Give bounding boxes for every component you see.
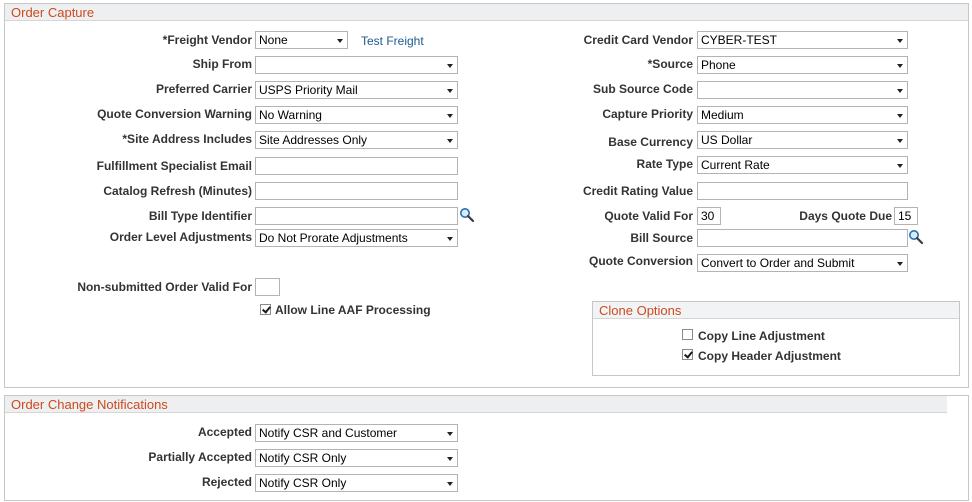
freight-vendor-dropdown[interactable]: None — [255, 31, 348, 49]
credit-card-vendor-dropdown[interactable]: CYBER-TEST — [697, 31, 908, 49]
chevron-down-icon — [897, 89, 903, 93]
rate-type-value: Current Rate — [701, 158, 770, 172]
freight-vendor-label: *Freight Vendor — [162, 33, 252, 47]
quote-conversion-value: Convert to Order and Submit — [701, 256, 855, 270]
base-currency-value: US Dollar — [701, 133, 753, 147]
catalog-refresh-input[interactable] — [255, 182, 458, 200]
source-value: Phone — [701, 58, 736, 72]
chevron-down-icon — [897, 139, 903, 143]
preferred-carrier-dropdown[interactable]: USPS Priority Mail — [255, 81, 458, 99]
preferred-carrier-label: Preferred Carrier — [155, 82, 252, 96]
source-dropdown[interactable]: Phone — [697, 56, 908, 74]
partially-accepted-dropdown[interactable]: Notify CSR Only — [255, 449, 458, 467]
accepted-value: Notify CSR and Customer — [259, 426, 398, 440]
credit-card-vendor-label: Credit Card Vendor — [583, 33, 693, 47]
catalog-refresh-label: Catalog Refresh (Minutes) — [103, 184, 252, 198]
copy-line-adjustment-label: Copy Line Adjustment — [698, 329, 825, 343]
quote-conversion-warning-label: Quote Conversion Warning — [97, 107, 252, 121]
bill-type-identifier-input[interactable] — [255, 207, 458, 225]
sub-source-code-dropdown[interactable] — [697, 81, 908, 99]
quote-valid-for-label: Quote Valid For — [604, 209, 693, 223]
chevron-down-icon — [897, 114, 903, 118]
order-level-adjustments-label: Order Level Adjustments — [109, 230, 252, 244]
preferred-carrier-value: USPS Priority Mail — [259, 83, 358, 97]
site-address-includes-value: Site Addresses Only — [259, 133, 368, 147]
rejected-dropdown[interactable]: Notify CSR Only — [255, 474, 458, 492]
capture-priority-value: Medium — [701, 108, 744, 122]
base-currency-label: Base Currency — [608, 135, 693, 149]
copy-line-adjustment-checkbox[interactable] — [682, 329, 693, 340]
rate-type-dropdown[interactable]: Current Rate — [697, 156, 908, 174]
source-label: *Source — [647, 57, 693, 71]
days-quote-due-label: Days Quote Due — [799, 209, 892, 223]
chevron-down-icon — [897, 262, 903, 266]
chevron-down-icon — [447, 457, 453, 461]
quote-valid-for-input[interactable]: 30 — [697, 207, 721, 225]
rate-type-label: Rate Type — [636, 157, 693, 171]
fulfillment-specialist-email-input[interactable] — [255, 157, 458, 175]
days-quote-due-input[interactable]: 15 — [894, 207, 918, 225]
test-freight-link[interactable]: Test Freight — [361, 34, 424, 48]
chevron-down-icon — [447, 89, 453, 93]
copy-header-adjustment-checkbox[interactable] — [682, 349, 693, 360]
bill-source-input[interactable] — [697, 229, 908, 247]
rejected-label: Rejected — [201, 475, 252, 489]
non-submitted-valid-for-input[interactable] — [255, 278, 280, 296]
chevron-down-icon — [447, 237, 453, 241]
allow-line-aaf-checkbox[interactable] — [260, 304, 271, 315]
credit-card-vendor-value: CYBER-TEST — [701, 33, 778, 47]
order-change-notifications-header: Order Change Notifications — [5, 396, 947, 413]
clone-options-header: Clone Options — [593, 302, 959, 319]
capture-priority-label: Capture Priority — [602, 107, 693, 121]
chevron-down-icon — [447, 139, 453, 143]
order-level-adjustments-dropdown[interactable]: Do Not Prorate Adjustments — [255, 229, 458, 247]
accepted-dropdown[interactable]: Notify CSR and Customer — [255, 424, 458, 442]
sub-source-code-label: Sub Source Code — [592, 82, 693, 96]
order-change-notifications-section: Order Change Notifications — [4, 395, 969, 501]
credit-rating-value-input[interactable] — [697, 182, 908, 200]
chevron-down-icon — [447, 432, 453, 436]
capture-priority-dropdown[interactable]: Medium — [697, 106, 908, 124]
freight-vendor-value: None — [259, 33, 288, 47]
quote-conversion-warning-value: No Warning — [259, 108, 322, 122]
accepted-label: Accepted — [197, 425, 252, 439]
chevron-down-icon — [447, 64, 453, 68]
quote-conversion-label: Quote Conversion — [588, 254, 693, 268]
order-level-adjustments-value: Do Not Prorate Adjustments — [259, 231, 408, 245]
quote-conversion-dropdown[interactable]: Convert to Order and Submit — [697, 254, 908, 272]
chevron-down-icon — [447, 114, 453, 118]
bill-source-label: Bill Source — [630, 231, 693, 245]
magnifier-icon[interactable] — [908, 229, 924, 245]
credit-rating-value-label: Credit Rating Value — [582, 184, 693, 198]
copy-header-adjustment-label: Copy Header Adjustment — [698, 349, 841, 363]
site-address-includes-dropdown[interactable]: Site Addresses Only — [255, 131, 458, 149]
site-address-includes-label: *Site Address Includes — [122, 132, 252, 146]
chevron-down-icon — [447, 482, 453, 486]
ship-from-label: Ship From — [192, 57, 252, 71]
base-currency-dropdown[interactable]: US Dollar — [697, 131, 908, 149]
order-capture-header: Order Capture — [5, 4, 968, 21]
ship-from-dropdown[interactable] — [255, 56, 458, 74]
quote-conversion-warning-dropdown[interactable]: No Warning — [255, 106, 458, 124]
chevron-down-icon — [337, 39, 343, 43]
partially-accepted-label: Partially Accepted — [148, 450, 252, 464]
non-submitted-valid-for-label: Non-submitted Order Valid For — [77, 280, 252, 294]
bill-type-identifier-label: Bill Type Identifier — [148, 209, 252, 223]
allow-line-aaf-label: Allow Line AAF Processing — [275, 303, 431, 317]
rejected-value: Notify CSR Only — [259, 476, 347, 490]
fulfillment-specialist-email-label: Fulfillment Specialist Email — [96, 159, 252, 173]
chevron-down-icon — [897, 64, 903, 68]
chevron-down-icon — [897, 164, 903, 168]
magnifier-icon[interactable] — [459, 207, 475, 223]
partially-accepted-value: Notify CSR Only — [259, 451, 347, 465]
chevron-down-icon — [897, 39, 903, 43]
